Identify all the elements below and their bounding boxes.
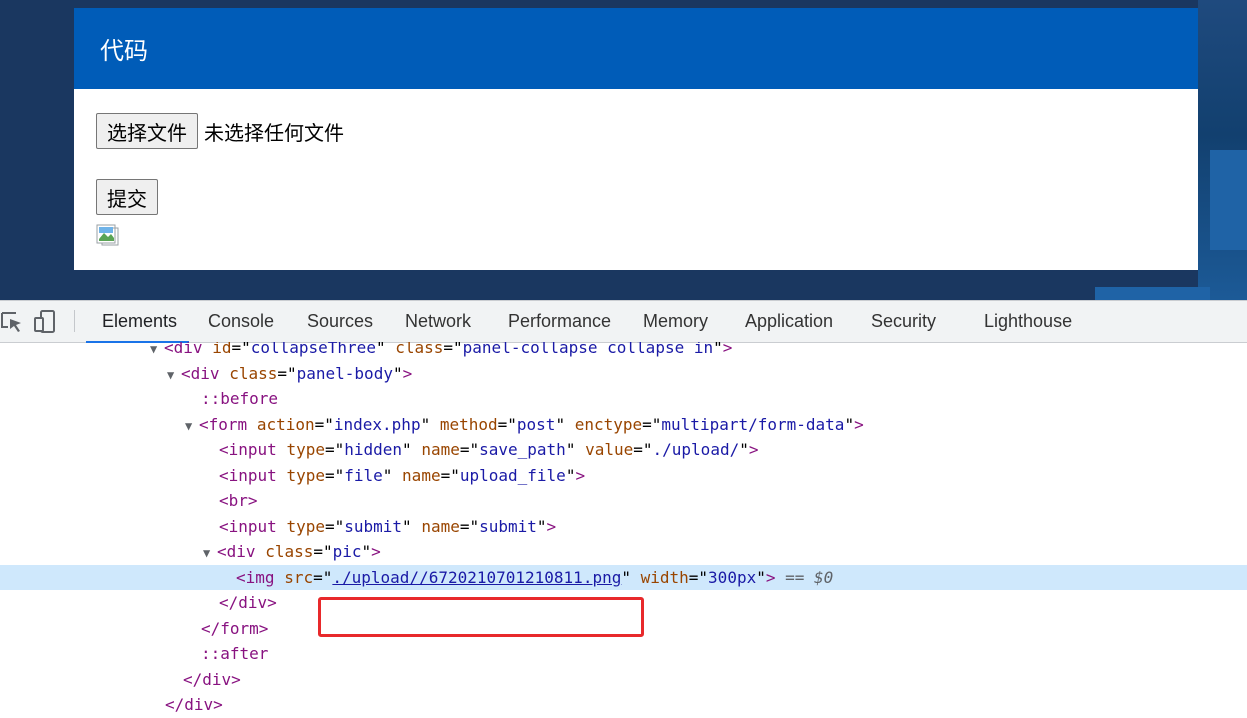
tab-console[interactable]: Console xyxy=(208,301,274,342)
background-decoration xyxy=(1210,150,1247,250)
annotation-highlight-box xyxy=(318,597,644,637)
dom-node-line[interactable]: ▼ <div id="collapseThree" class="panel-co… xyxy=(0,342,1247,360)
expand-arrow-icon[interactable]: ▼ xyxy=(150,342,164,362)
tab-performance[interactable]: Performance xyxy=(508,301,611,342)
broken-image-icon xyxy=(96,224,119,246)
dom-node-line[interactable]: ▼ <div class="panel-body"> xyxy=(0,361,1247,386)
tab-security[interactable]: Security xyxy=(871,301,936,342)
tab-sources[interactable]: Sources xyxy=(307,301,373,342)
tab-network[interactable]: Network xyxy=(405,301,471,342)
dom-node-line[interactable]: <input type="submit" name="submit"> xyxy=(0,514,1247,539)
dom-node-line[interactable]: <input type="hidden" name="save_path" va… xyxy=(0,437,1247,462)
page-viewport: 代码 选择文件 未选择任何文件 提交 xyxy=(0,0,1247,300)
tab-label: Memory xyxy=(643,311,709,331)
dom-node-line[interactable]: ::before xyxy=(0,386,1247,411)
choose-file-button[interactable]: 选择文件 xyxy=(96,113,198,149)
tab-label: Elements xyxy=(102,311,178,331)
tab-label: Security xyxy=(871,311,937,331)
expand-arrow-icon[interactable]: ▼ xyxy=(203,541,217,566)
toolbar-divider xyxy=(74,310,75,332)
dom-node-line[interactable]: ▼ <div class="pic"> xyxy=(0,539,1247,564)
dom-node-line[interactable]: </div> xyxy=(0,667,1247,692)
tab-label: Application xyxy=(745,311,834,331)
background-decoration xyxy=(1095,287,1210,300)
devtools-tabbar: Elements Console Sources Network Perform… xyxy=(0,301,1247,343)
panel-title[interactable]: 代码 xyxy=(74,8,1198,89)
dom-node-line[interactable]: <input type="file" name="upload_file"> xyxy=(0,463,1247,488)
tab-memory[interactable]: Memory xyxy=(643,301,708,342)
inspect-element-icon[interactable] xyxy=(0,309,26,335)
dom-node-line[interactable]: </div> xyxy=(0,692,1247,717)
dom-node-line[interactable]: ▼ <form action="index.php" method="post" … xyxy=(0,412,1247,437)
tab-lighthouse[interactable]: Lighthouse xyxy=(984,301,1072,342)
tab-label: Lighthouse xyxy=(984,311,1073,331)
tab-application[interactable]: Application xyxy=(745,301,833,342)
tab-elements[interactable]: Elements xyxy=(85,301,190,343)
expand-arrow-icon[interactable]: ▼ xyxy=(167,363,181,388)
devtools-panel: Elements Console Sources Network Perform… xyxy=(0,300,1247,718)
file-status-text: 未选择任何文件 xyxy=(204,120,344,145)
panel-body: 选择文件 未选择任何文件 提交 xyxy=(74,89,1198,270)
dom-node-line[interactable]: <br> xyxy=(0,488,1247,513)
tab-label: Console xyxy=(208,311,275,331)
expand-arrow-icon[interactable]: ▼ xyxy=(185,414,199,439)
tab-label: Network xyxy=(405,311,472,331)
dom-node-line[interactable]: ::after xyxy=(0,641,1247,666)
code-panel: 代码 选择文件 未选择任何文件 提交 xyxy=(74,8,1198,270)
panel-title-text: 代码 xyxy=(100,37,148,65)
selected-dom-node-line[interactable]: <img src="./upload//6720210701210811.png… xyxy=(0,565,1247,590)
img-src-link[interactable]: ./upload//6720210701210811.png xyxy=(332,568,621,587)
tab-label: Performance xyxy=(508,311,612,331)
submit-button[interactable]: 提交 xyxy=(96,179,158,215)
tab-label: Sources xyxy=(307,311,374,331)
dom-tree: ▼ <div id="collapseThree" class="panel-co… xyxy=(0,342,1247,718)
file-input: 选择文件 未选择任何文件 xyxy=(96,113,344,149)
device-toolbar-icon[interactable] xyxy=(32,309,58,335)
